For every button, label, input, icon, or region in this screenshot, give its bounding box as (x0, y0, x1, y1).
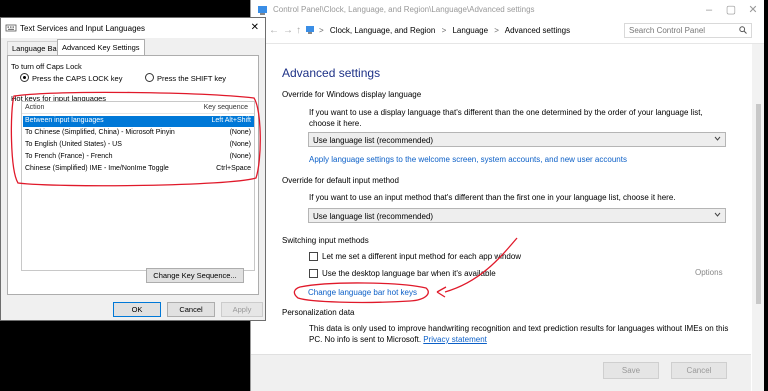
hotkey-row[interactable]: Between input languages Left Alt+Shift (23, 116, 254, 127)
back-arrow-icon[interactable]: ← (269, 25, 279, 36)
input-method-select[interactable]: Use language list (recommended) (308, 208, 726, 223)
chevron-down-icon (714, 212, 721, 217)
column-header-key-sequence[interactable]: Key sequence (204, 104, 248, 111)
section-title-display-language: Override for Windows display language (282, 90, 422, 99)
caps-lock-group-label: To turn off Caps Lock (11, 62, 82, 71)
options-link[interactable]: Options (695, 268, 723, 277)
keyboard-icon (5, 24, 17, 32)
scrollbar-thumb[interactable] (756, 104, 761, 304)
breadcrumb-chevron-icon: > (441, 26, 447, 35)
hotkey-key: Ctrl+Space (216, 165, 251, 172)
page-title: Advanced settings (282, 66, 381, 80)
text-services-dialog: Text Services and Input Languages ✕ Lang… (0, 17, 266, 321)
address-bar: ← → ↑ > Clock, Language, and Region > La… (251, 20, 764, 42)
per-app-input-label: Let me set a different input method for … (322, 252, 522, 261)
hotkey-row[interactable]: Chinese (Simplified) IME - Ime/NonIme To… (23, 164, 254, 175)
search-placeholder: Search Control Panel (629, 26, 706, 35)
header-divider (251, 43, 764, 44)
apply-button[interactable]: Apply (221, 302, 263, 317)
change-hotkeys-link[interactable]: Change language bar hot keys (308, 288, 417, 297)
desktop-language-bar-label: Use the desktop language bar when it's a… (322, 269, 496, 278)
hotkey-action: To Chinese (Simplified, China) - Microso… (25, 129, 175, 136)
control-panel-titlebar: Control Panel\Clock, Language, and Regio… (251, 0, 764, 20)
hotkey-row[interactable]: To English (United States) - US (None) (23, 140, 254, 151)
column-header-action[interactable]: Action (25, 104, 44, 111)
breadcrumb: > Clock, Language, and Region > Language… (319, 26, 574, 35)
shift-radio[interactable] (145, 73, 154, 82)
hotkey-row[interactable]: To French (France) - French (None) (23, 152, 254, 163)
hotkey-key: Left Alt+Shift (211, 117, 252, 124)
section-title-input-method: Override for default input method (282, 176, 399, 185)
shift-radio-label: Press the SHIFT key (157, 74, 227, 83)
hotkey-action: To French (France) - French (25, 153, 113, 160)
hotkey-action: To English (United States) - US (25, 141, 122, 148)
hotkey-key: (None) (229, 129, 251, 136)
control-panel-icon (258, 6, 267, 15)
section-title-personalization: Personalization data (282, 308, 355, 317)
dialog-title: Text Services and Input Languages (20, 24, 145, 33)
select-value: Use language list (recommended) (313, 212, 434, 221)
search-input[interactable]: Search Control Panel (624, 23, 752, 38)
tab-language-bar[interactable]: Language Bar (7, 41, 65, 55)
caps-lock-radio-label: Press the CAPS LOCK key (32, 74, 123, 83)
desktop-language-bar-checkbox[interactable] (309, 269, 318, 278)
hotkeys-list-header: Action Key sequence (22, 102, 254, 114)
tab-advanced-key-settings[interactable]: Advanced Key Settings (57, 39, 145, 56)
display-language-description: If you want to use a display language th… (309, 108, 703, 128)
display-language-select[interactable]: Use language list (recommended) (308, 132, 726, 147)
hotkeys-list: Action Key sequence Between input langua… (21, 101, 255, 271)
hotkey-key: (None) (229, 153, 251, 160)
per-app-input-checkbox[interactable] (309, 252, 318, 261)
dialog-titlebar: Text Services and Input Languages ✕ (1, 18, 265, 38)
control-panel-icon (306, 26, 314, 34)
hotkey-key: (None) (229, 141, 251, 148)
change-key-sequence-button[interactable]: Change Key Sequence... (146, 268, 244, 283)
cancel-button[interactable]: Cancel (671, 362, 727, 379)
chevron-down-icon (714, 136, 721, 141)
breadcrumb-item[interactable]: Language (452, 26, 488, 35)
ok-button[interactable]: OK (113, 302, 161, 317)
hotkey-action: Chinese (Simplified) IME - Ime/NonIme To… (25, 165, 169, 172)
privacy-statement-link[interactable]: Privacy statement (423, 335, 487, 344)
search-icon (739, 26, 747, 34)
minimize-button[interactable]: – (700, 2, 718, 18)
section-title-switching: Switching input methods (282, 236, 369, 245)
dialog-close-icon[interactable]: ✕ (251, 22, 259, 33)
maximize-button[interactable]: ▢ (722, 2, 740, 18)
personalization-description: This data is only used to improve handwr… (309, 323, 739, 345)
up-arrow-icon[interactable]: ↑ (296, 25, 301, 36)
save-button[interactable]: Save (603, 362, 659, 379)
control-panel-window: Control Panel\Clock, Language, and Regio… (250, 0, 764, 391)
breadcrumb-chevron-icon: > (319, 26, 324, 35)
vertical-scrollbar[interactable] (752, 44, 764, 391)
apply-language-settings-link[interactable]: Apply language settings to the welcome s… (309, 155, 627, 164)
breadcrumb-item[interactable]: Advanced settings (505, 26, 570, 35)
breadcrumb-chevron-icon: > (494, 26, 499, 35)
hotkey-action: Between input languages (25, 117, 104, 124)
window-title: Control Panel\Clock, Language, and Regio… (273, 5, 535, 14)
radio-selected-dot (23, 76, 26, 79)
breadcrumb-item[interactable]: Clock, Language, and Region (330, 26, 435, 35)
forward-arrow-icon[interactable]: → (283, 25, 293, 36)
hotkey-row[interactable]: To Chinese (Simplified, China) - Microso… (23, 128, 254, 139)
dialog-cancel-button[interactable]: Cancel (167, 302, 215, 317)
select-value: Use language list (recommended) (313, 136, 434, 145)
caps-lock-radio[interactable] (20, 73, 29, 82)
input-method-description: If you want to use an input method that'… (309, 193, 676, 202)
close-button[interactable]: ✕ (744, 2, 762, 18)
personalization-text: This data is only used to improve handwr… (309, 324, 729, 344)
